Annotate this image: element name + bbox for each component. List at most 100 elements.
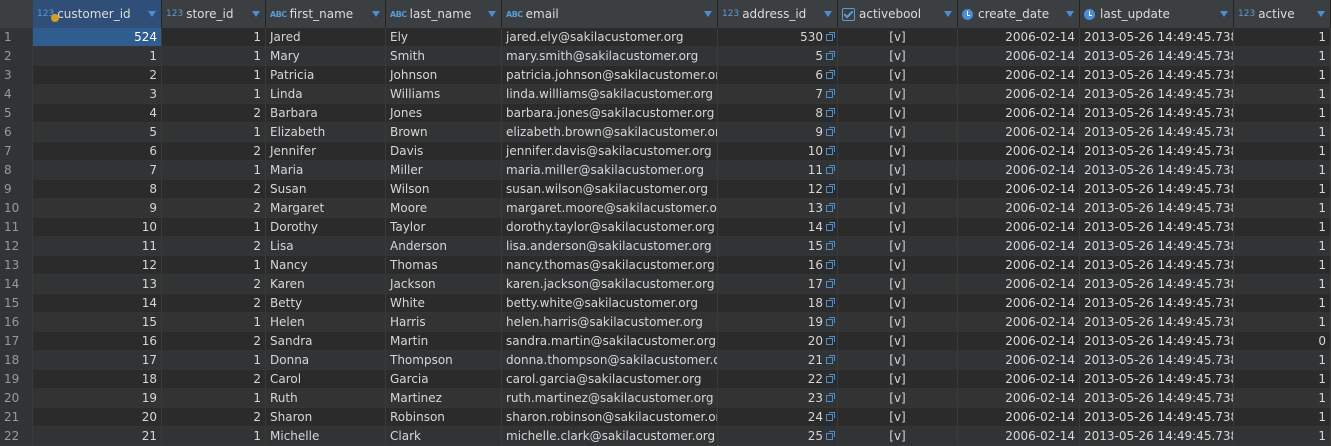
cell-last-name[interactable]: Jones — [386, 104, 502, 123]
cell-create-date[interactable]: 2006-02-14 — [958, 66, 1080, 85]
cell-store-id[interactable]: 1 — [162, 123, 266, 142]
cell-customer-id[interactable]: 1 — [33, 47, 162, 66]
cell-activebool[interactable]: [v] — [838, 313, 958, 332]
cell-last-name[interactable]: Brown — [386, 123, 502, 142]
row-number[interactable]: 21 — [0, 408, 33, 427]
cell-last-name[interactable]: Harris — [386, 313, 502, 332]
cell-activebool[interactable]: [v] — [838, 237, 958, 256]
cell-customer-id[interactable]: 15 — [33, 313, 162, 332]
row-number[interactable]: 12 — [0, 237, 33, 256]
cell-store-id[interactable]: 2 — [162, 408, 266, 427]
cell-first-name[interactable]: Karen — [266, 275, 386, 294]
cell-create-date[interactable]: 2006-02-14 — [958, 180, 1080, 199]
cell-address-id[interactable]: 14 — [718, 218, 838, 237]
cell-email[interactable]: jared.ely@sakilacustomer.org — [502, 28, 718, 47]
cell-first-name[interactable]: Barbara — [266, 104, 386, 123]
table-row[interactable]: 1 524 1 Jared Ely jared.ely@sakilacustomer.or… — [0, 28, 1331, 47]
cell-create-date[interactable]: 2006-02-14 — [958, 237, 1080, 256]
row-number[interactable]: 10 — [0, 199, 33, 218]
cell-customer-id[interactable]: 12 — [33, 256, 162, 275]
cell-last-name[interactable]: Jackson — [386, 275, 502, 294]
cell-active[interactable]: 1 — [1234, 199, 1331, 218]
cell-last-update[interactable]: 2013-05-26 14:49:45.738 — [1080, 66, 1234, 85]
foreign-key-link-icon[interactable] — [826, 412, 835, 421]
sort-filter-icon[interactable] — [944, 11, 952, 17]
cell-first-name[interactable]: Mary — [266, 47, 386, 66]
cell-activebool[interactable]: [v] — [838, 294, 958, 313]
cell-address-id[interactable]: 9 — [718, 123, 838, 142]
cell-store-id[interactable]: 1 — [162, 389, 266, 408]
cell-store-id[interactable]: 2 — [162, 332, 266, 351]
cell-last-update[interactable]: 2013-05-26 14:49:45.738 — [1080, 180, 1234, 199]
cell-activebool[interactable]: [v] — [838, 28, 958, 47]
cell-address-id[interactable]: 17 — [718, 275, 838, 294]
cell-first-name[interactable]: Carol — [266, 370, 386, 389]
cell-email[interactable]: carol.garcia@sakilacustomer.org — [502, 370, 718, 389]
foreign-key-link-icon[interactable] — [826, 355, 835, 364]
cell-first-name[interactable]: Elizabeth — [266, 123, 386, 142]
cell-activebool[interactable]: [v] — [838, 370, 958, 389]
cell-last-update[interactable]: 2013-05-26 14:49:45.738 — [1080, 313, 1234, 332]
foreign-key-link-icon[interactable] — [826, 260, 835, 269]
column-header-first-name[interactable]: ABC first_name — [266, 0, 386, 28]
column-header-address-id[interactable]: 123 address_id — [718, 0, 838, 28]
foreign-key-link-icon[interactable] — [826, 184, 835, 193]
cell-last-name[interactable]: Miller — [386, 161, 502, 180]
cell-active[interactable]: 1 — [1234, 66, 1331, 85]
cell-customer-id[interactable]: 17 — [33, 351, 162, 370]
cell-last-name[interactable]: Taylor — [386, 218, 502, 237]
cell-activebool[interactable]: [v] — [838, 47, 958, 66]
cell-last-name[interactable]: Davis — [386, 142, 502, 161]
cell-customer-id[interactable]: 524 — [33, 28, 162, 47]
table-row[interactable]: 3 2 1 Patricia Johnson patricia.johnson@sakil… — [0, 66, 1331, 85]
cell-active[interactable]: 1 — [1234, 180, 1331, 199]
cell-address-id[interactable]: 21 — [718, 351, 838, 370]
row-number[interactable]: 16 — [0, 313, 33, 332]
column-header-store-id[interactable]: 123 store_id — [162, 0, 266, 28]
cell-store-id[interactable]: 2 — [162, 370, 266, 389]
cell-active[interactable]: 1 — [1234, 28, 1331, 47]
cell-email[interactable]: margaret.moore@sakilacustomer.org — [502, 199, 718, 218]
cell-last-update[interactable]: 2013-05-26 14:49:45.738 — [1080, 294, 1234, 313]
cell-activebool[interactable]: [v] — [838, 123, 958, 142]
cell-address-id[interactable]: 12 — [718, 180, 838, 199]
foreign-key-link-icon[interactable] — [826, 165, 835, 174]
cell-create-date[interactable]: 2006-02-14 — [958, 427, 1080, 446]
cell-active[interactable]: 0 — [1234, 332, 1331, 351]
table-row[interactable]: 13 12 1 Nancy Thomas nancy.thomas@sakilacusto… — [0, 256, 1331, 275]
cell-address-id[interactable]: 11 — [718, 161, 838, 180]
cell-create-date[interactable]: 2006-02-14 — [958, 275, 1080, 294]
cell-last-update[interactable]: 2013-05-26 14:49:45.738 — [1080, 47, 1234, 66]
cell-last-update[interactable]: 2013-05-26 14:49:45.738 — [1080, 199, 1234, 218]
cell-customer-id[interactable]: 2 — [33, 66, 162, 85]
cell-store-id[interactable]: 1 — [162, 85, 266, 104]
sort-filter-icon[interactable] — [1066, 11, 1074, 17]
cell-create-date[interactable]: 2006-02-14 — [958, 28, 1080, 47]
cell-store-id[interactable]: 1 — [162, 313, 266, 332]
cell-last-update[interactable]: 2013-05-26 14:49:45.738 — [1080, 275, 1234, 294]
row-number[interactable]: 2 — [0, 47, 33, 66]
cell-customer-id[interactable]: 9 — [33, 199, 162, 218]
table-row[interactable]: 20 19 1 Ruth Martinez ruth.martinez@sakilacus… — [0, 389, 1331, 408]
foreign-key-link-icon[interactable] — [826, 241, 835, 250]
sort-filter-icon[interactable] — [372, 11, 380, 17]
table-row[interactable]: 14 13 2 Karen Jackson karen.jackson@sakilacus… — [0, 275, 1331, 294]
cell-email[interactable]: sharon.robinson@sakilacustomer.org — [502, 408, 718, 427]
column-header-last-name[interactable]: ABC last_name — [386, 0, 502, 28]
cell-activebool[interactable]: [v] — [838, 85, 958, 104]
row-number[interactable]: 4 — [0, 85, 33, 104]
table-row[interactable]: 22 21 1 Michelle Clark michelle.clark@sakilac… — [0, 427, 1331, 446]
cell-last-name[interactable]: Martinez — [386, 389, 502, 408]
foreign-key-link-icon[interactable] — [826, 70, 835, 79]
cell-first-name[interactable]: Lisa — [266, 237, 386, 256]
foreign-key-link-icon[interactable] — [826, 127, 835, 136]
cell-email[interactable]: nancy.thomas@sakilacustomer.org — [502, 256, 718, 275]
row-number[interactable]: 6 — [0, 123, 33, 142]
cell-create-date[interactable]: 2006-02-14 — [958, 389, 1080, 408]
table-row[interactable]: 17 16 2 Sandra Martin sandra.martin@sakilacus… — [0, 332, 1331, 351]
row-number[interactable]: 13 — [0, 256, 33, 275]
cell-activebool[interactable]: [v] — [838, 389, 958, 408]
sort-filter-icon[interactable] — [252, 11, 260, 17]
cell-store-id[interactable]: 2 — [162, 104, 266, 123]
cell-address-id[interactable]: 23 — [718, 389, 838, 408]
